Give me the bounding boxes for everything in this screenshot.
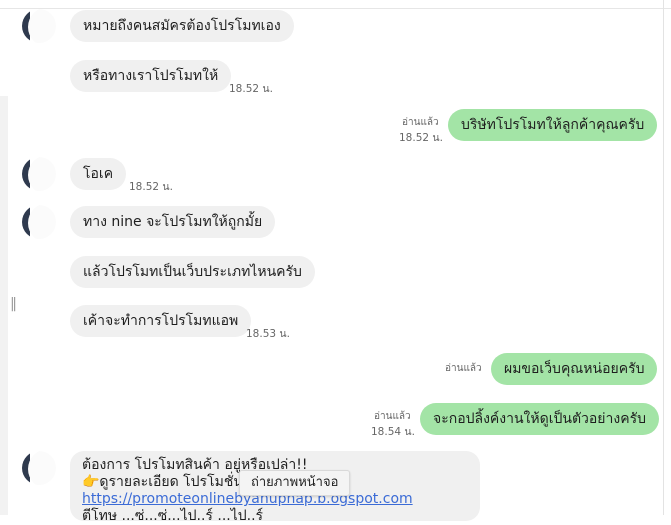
- message-time: 18.52 น.: [129, 181, 173, 193]
- avatar[interactable]: [22, 451, 56, 485]
- message-time: 18.54 น.: [371, 426, 415, 438]
- message-bubble-outgoing[interactable]: บริษัทโปรโมทให้ลูกค้าคุณครับ: [448, 109, 658, 141]
- read-receipt: อ่านแล้ว: [374, 411, 411, 422]
- message-bubble-incoming[interactable]: แล้วโปรโมทเป็นเว็บประเภทไหนครับ: [70, 256, 315, 288]
- message-bubble-incoming[interactable]: โอเค: [70, 158, 127, 190]
- top-divider: [0, 8, 671, 9]
- message-bubble-incoming[interactable]: ทาง nine จะโปรโมทให้ถูกมั้ย: [70, 206, 276, 238]
- read-receipt: อ่านแล้ว: [402, 117, 439, 128]
- left-panel-edge: [0, 96, 8, 515]
- message-bubble-incoming[interactable]: หรือทางเราโปรโมทให้: [70, 60, 232, 92]
- resize-handle[interactable]: ‖: [10, 296, 17, 312]
- message-bubble-outgoing[interactable]: จะกอปลิ้งค์งานให้ดูเป็นตัวอย่างครับ: [420, 403, 659, 435]
- avatar[interactable]: [22, 9, 56, 43]
- message-time: 18.52 น.: [229, 83, 273, 95]
- read-receipt: อ่านแล้ว: [445, 363, 482, 374]
- message-bubble-outgoing[interactable]: ผมขอเว็บคุณหน่อยครับ: [491, 353, 658, 385]
- message-time: 18.52 น.: [399, 132, 443, 144]
- message-time: 18.53 น.: [246, 328, 290, 340]
- avatar[interactable]: [22, 205, 56, 239]
- screenshot-tooltip: ถ่ายภาพหน้าจอ: [239, 470, 351, 496]
- avatar[interactable]: [22, 157, 56, 191]
- message-bubble-incoming[interactable]: หมายถึงคนสมัครต้องโปรโมทเอง: [70, 10, 294, 42]
- right-divider: [663, 0, 664, 515]
- message-bubble-incoming[interactable]: เค้าจะทำการโปรโมทแอพ: [70, 305, 252, 337]
- card-line: ตีโทษ ...ซ่...ซ่...ไป..ร์ ...ไป..ร์: [82, 508, 264, 524]
